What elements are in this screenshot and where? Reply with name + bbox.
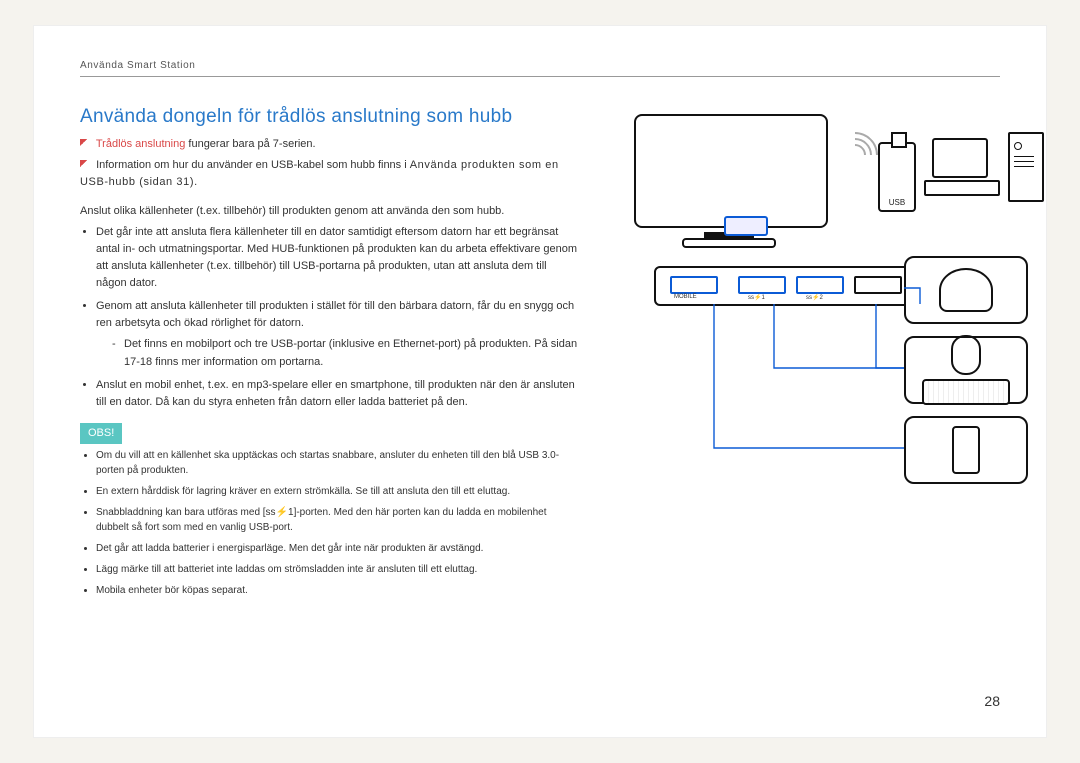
para-1: Anslut olika källenheter (t.ex. tillbehö… (80, 203, 580, 220)
keyboard-icon (922, 379, 1010, 405)
usb3-port-2-icon (796, 276, 844, 294)
mouse-keyboard-box (904, 336, 1028, 404)
bullet-1: Det går inte att ansluta flera källenhet… (96, 224, 580, 292)
usb2-port-icon (854, 276, 902, 294)
obs-4: Det går att ladda batterier i energispar… (96, 541, 580, 556)
intro-rest-1: fungerar bara på 7-serien. (185, 138, 315, 150)
bullet-2-text: Genom att ansluta källenheter till produ… (96, 300, 574, 329)
laptop-icon (924, 138, 996, 194)
ss2-port-label: ss⚡2 (806, 294, 823, 301)
sub-bullet: Det finns en mobilport och tre USB-porta… (112, 336, 580, 370)
section-header: Använda Smart Station (80, 60, 195, 71)
usb3-port-1-icon (738, 276, 786, 294)
connection-diagram: MOBILE ss⚡1 ss⚡2 (614, 108, 1044, 538)
wireless-dongle-icon (724, 216, 768, 236)
bullet-2: Genom att ansluta källenheter till produ… (96, 298, 580, 370)
obs-badge: OBS! (80, 423, 122, 444)
intro-note-2: Information om hur du använder en USB-ka… (80, 157, 580, 191)
obs-list: Om du vill att en källenhet ska upptäcka… (80, 448, 580, 598)
ss1-port-label: ss⚡1 (748, 294, 765, 301)
mobile-port-label: MOBILE (674, 294, 697, 300)
page-title: Använda dongeln för trådlös anslutning s… (80, 106, 512, 128)
desktop-tower-icon (1008, 132, 1044, 202)
intro-red-term: Trådlös anslutning (96, 138, 185, 150)
smartphone-icon (952, 426, 980, 474)
bullet-list-1: Det går inte att ansluta flera källenhet… (80, 224, 580, 410)
mobile-port-icon (670, 276, 718, 294)
usb-receiver-icon (878, 142, 916, 212)
headphones-icon (939, 268, 993, 312)
headphones-box (904, 256, 1028, 324)
page-number: 28 (984, 693, 1000, 709)
obs-6: Mobila enheter bör köpas separat. (96, 583, 580, 598)
body-text: Trådlös anslutning fungerar bara på 7-se… (80, 136, 580, 604)
obs-3: Snabbladdning kan bara utföras med [ss⚡1… (96, 505, 580, 535)
sub-list: Det finns en mobilport och tre USB-porta… (96, 336, 580, 370)
mouse-icon (951, 335, 981, 375)
bullet-3: Anslut en mobil enhet, t.ex. en mp3-spel… (96, 377, 580, 411)
monitor-icon (634, 114, 824, 254)
header-rule (80, 76, 1000, 77)
obs-2: En extern hårddisk för lagring kräver en… (96, 484, 580, 499)
obs-5: Lägg märke till att batteriet inte ladda… (96, 562, 580, 577)
obs-1: Om du vill att en källenhet ska upptäcka… (96, 448, 580, 478)
page: Använda Smart Station Använda dongeln fö… (34, 26, 1046, 737)
phone-box (904, 416, 1028, 484)
intro-2a: Information om hur du använder en USB-ka… (96, 159, 410, 171)
intro-note-1: Trådlös anslutning fungerar bara på 7-se… (80, 136, 580, 153)
intro-2c: . (194, 176, 197, 188)
